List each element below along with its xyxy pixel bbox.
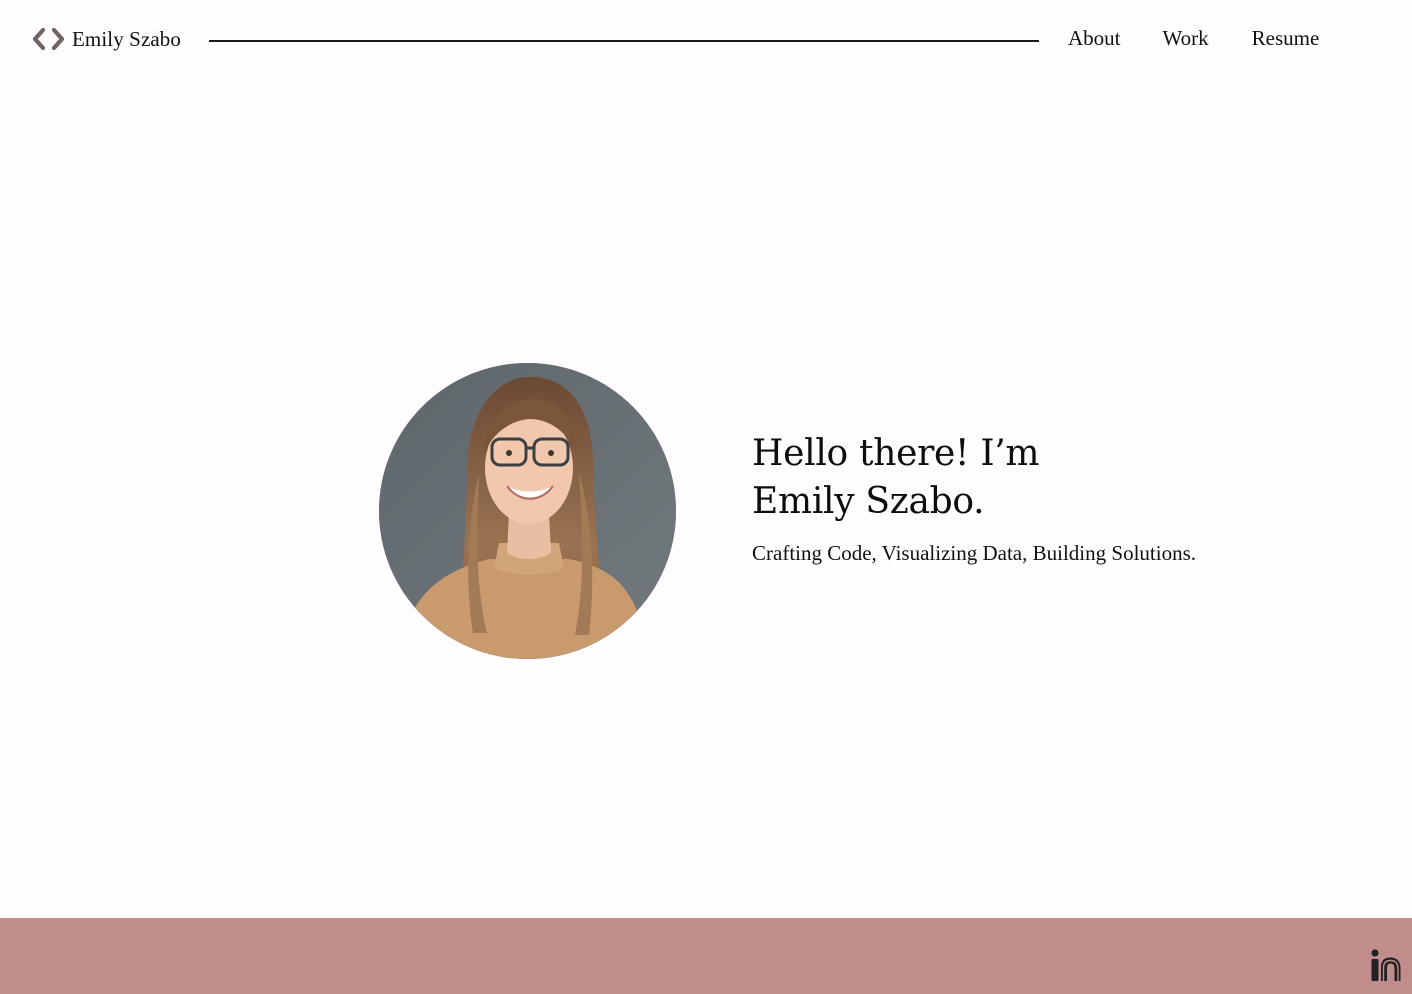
portrait-photo [379,363,676,659]
hero-text: Hello there! I’m Emily Szabo. Crafting C… [752,430,1312,566]
site-name: Emily Szabo [72,26,182,51]
nav-link-about[interactable]: About [1068,24,1121,52]
nav-link-work[interactable]: Work [1163,24,1209,52]
page: Emily Szabo About Work Resume Hello ther… [0,0,1412,994]
hero-heading-line1: Hello there! I’m [752,433,1040,474]
code-brackets-icon [30,27,66,51]
home-logo-link[interactable]: Emily Szabo [30,22,181,56]
hero-heading-line2: Emily Szabo. [752,481,985,522]
hero-tagline: Crafting Code, Visualizing Data, Buildin… [752,541,1196,565]
header-divider [209,40,1039,42]
site-header: Emily Szabo About Work Resume [0,0,1412,80]
linkedin-icon[interactable] [1370,948,1402,984]
main-nav: About Work Resume [1068,24,1319,52]
site-footer [0,918,1412,994]
hero-heading: Hello there! I’m Emily Szabo. [752,430,1312,526]
nav-link-resume[interactable]: Resume [1252,24,1320,52]
